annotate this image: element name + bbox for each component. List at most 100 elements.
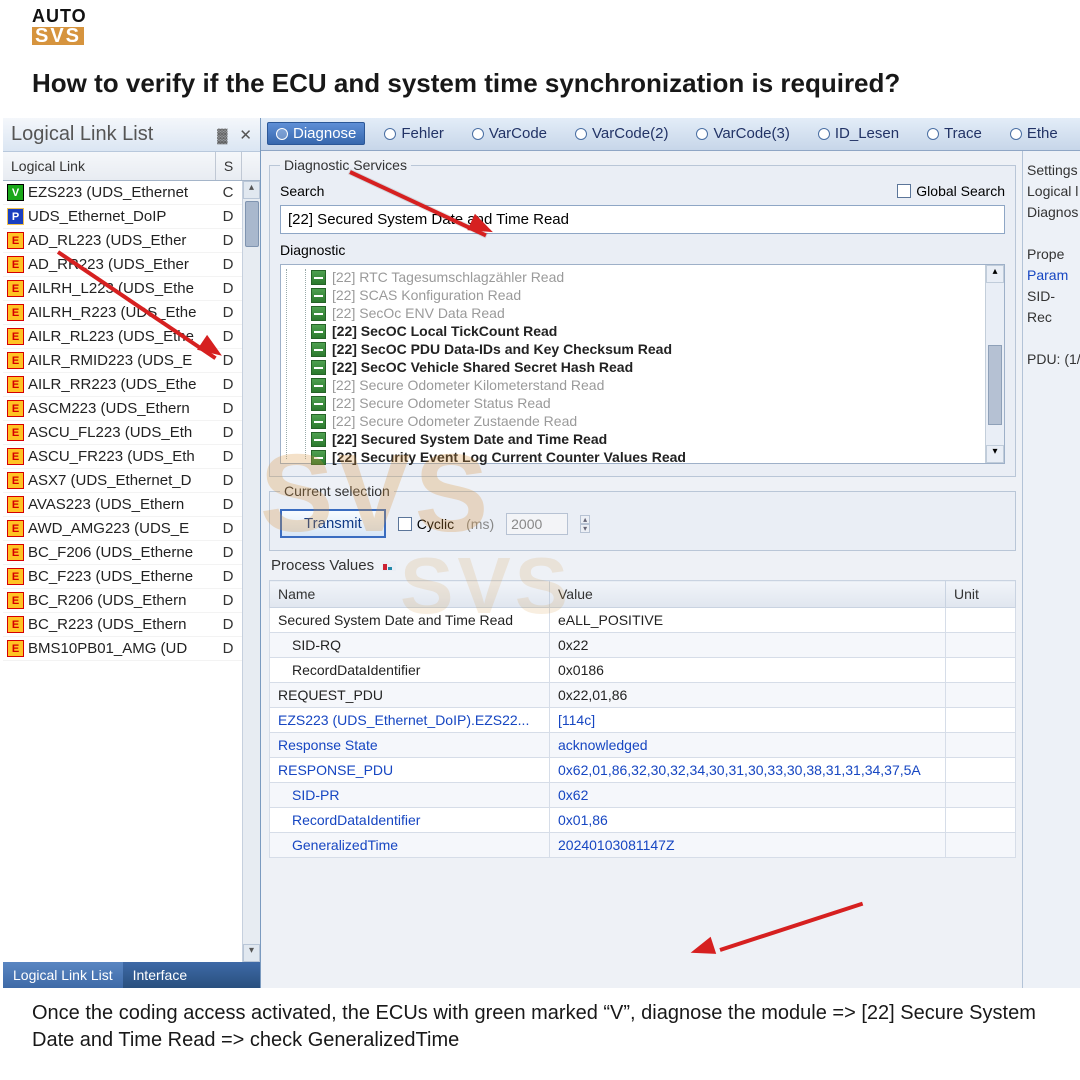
diagnostic-tree-item[interactable]: [22] SecOC PDU Data-IDs and Key Checksum…	[311, 340, 982, 358]
link-status: D	[218, 424, 238, 441]
logical-link-item[interactable]: EAVAS223 (UDS_EthernD	[3, 493, 260, 517]
search-input[interactable]: [22] Secured System Date and Time Read	[280, 205, 1005, 234]
interval-spin-buttons[interactable]: ▴▾	[580, 515, 590, 533]
col-value[interactable]: Value	[550, 581, 946, 608]
tree-scrollbar[interactable]: ▴ ▾	[985, 265, 1004, 463]
pin-icon[interactable]: ▓	[217, 127, 227, 143]
tree-scroll-down-icon[interactable]: ▾	[986, 445, 1004, 463]
logical-link-item[interactable]: EASCU_FL223 (UDS_EthD	[3, 421, 260, 445]
tree-rails	[286, 269, 306, 459]
tab-id_lesen[interactable]: ID_Lesen	[809, 122, 908, 145]
col-name[interactable]: Name	[270, 581, 550, 608]
logical-link-item[interactable]: EBC_R223 (UDS_EthernD	[3, 613, 260, 637]
service-label: [22] Secure Odometer Zustaende Read	[332, 413, 577, 429]
diagnostic-tree-item[interactable]: [22] Secure Odometer Kilometerstand Read	[311, 376, 982, 394]
logical-link-item[interactable]: EAILRH_R223 (UDS_EtheD	[3, 301, 260, 325]
right-panel-item: Logical l	[1027, 183, 1076, 199]
logical-link-item[interactable]: EBMS10PB01_AMG (UDDv	[3, 637, 260, 661]
transmit-button[interactable]: Transmit	[280, 509, 386, 538]
logical-link-item[interactable]: PUDS_Ethernet_DoIPD	[3, 205, 260, 229]
status-badge-icon: E	[7, 544, 24, 561]
process-value-row[interactable]: EZS223 (UDS_Ethernet_DoIP).EZS22...[114c…	[270, 708, 1016, 733]
process-value-row[interactable]: RecordDataIdentifier0x01,86	[270, 808, 1016, 833]
diagnostic-tree-item[interactable]: [22] Secure Odometer Status Read	[311, 394, 982, 412]
process-value-row[interactable]: GeneralizedTime20240103081147Z	[270, 833, 1016, 858]
service-icon	[311, 270, 326, 285]
tab-varcode(3)[interactable]: VarCode(3)	[687, 122, 798, 145]
service-icon	[311, 378, 326, 393]
col-status[interactable]: S	[216, 152, 242, 180]
tree-scroll-up-icon[interactable]: ▴	[986, 265, 1004, 283]
tab-varcode(2)[interactable]: VarCode(2)	[566, 122, 677, 145]
main-area: Diagnose Fehler VarCode VarCode(2) VarCode(3…	[261, 118, 1080, 988]
sidebar-scrollbar[interactable]: ▴ ▾	[242, 181, 260, 962]
diagnostic-tree-item[interactable]: [22] Secure Odometer Zustaende Read	[311, 412, 982, 430]
logical-link-item[interactable]: EAILR_RMID223 (UDS_ED	[3, 349, 260, 373]
diagnostic-tree-item[interactable]: [22] Secured System Date and Time Read	[311, 430, 982, 448]
global-search-checkbox[interactable]: Global Search	[897, 183, 1005, 199]
logical-link-item[interactable]: EBC_F223 (UDS_EtherneD	[3, 565, 260, 589]
tab-label: VarCode(2)	[592, 125, 668, 142]
link-name: AVAS223 (UDS_Ethern	[28, 496, 218, 513]
tab-logical-link-list[interactable]: Logical Link List	[3, 962, 123, 988]
process-value-row[interactable]: REQUEST_PDU0x22,01,86	[270, 683, 1016, 708]
interval-input[interactable]: 2000	[506, 513, 568, 535]
diagnostic-tree-item[interactable]: [22] SecOc ENV Data Read	[311, 304, 982, 322]
tree-scroll-thumb[interactable]	[988, 345, 1002, 425]
logical-link-item[interactable]: EAD_RL223 (UDS_EtherD	[3, 229, 260, 253]
status-badge-icon: P	[7, 208, 24, 225]
logical-link-item[interactable]: VEZS223 (UDS_EthernetC^	[3, 181, 260, 205]
logical-link-item[interactable]: EBC_R206 (UDS_EthernD	[3, 589, 260, 613]
process-value-row[interactable]: RESPONSE_PDU0x62,01,86,32,30,32,34,30,31…	[270, 758, 1016, 783]
logical-link-item[interactable]: EAILR_RL223 (UDS_EtheD	[3, 325, 260, 349]
diagnostic-tree-item[interactable]: [22] RTC Tagesumschlagzähler Read	[311, 268, 982, 286]
right-panel-item: Prope	[1027, 246, 1076, 262]
logical-link-item[interactable]: EAILRH_L223 (UDS_EtheD	[3, 277, 260, 301]
tab-label: Ethe	[1027, 125, 1058, 142]
logical-link-item[interactable]: EAD_RR223 (UDS_EtherD	[3, 253, 260, 277]
scroll-up-icon[interactable]: ▴	[243, 181, 260, 199]
logical-link-list[interactable]: ▴ ▾ VEZS223 (UDS_EthernetC^PUDS_Ethernet…	[3, 181, 260, 962]
close-icon[interactable]: ✕	[239, 126, 252, 144]
service-icon	[311, 450, 326, 465]
logical-link-item[interactable]: EBC_F206 (UDS_EtherneD	[3, 541, 260, 565]
logical-link-item[interactable]: EAILR_RR223 (UDS_EtheD	[3, 373, 260, 397]
tab-interface[interactable]: Interface	[123, 962, 197, 988]
status-badge-icon: E	[7, 304, 24, 321]
process-value-row[interactable]: SID-RQ0x22	[270, 633, 1016, 658]
pv-value: 0x62,01,86,32,30,32,34,30,31,30,33,30,38…	[550, 758, 946, 783]
process-value-row[interactable]: SID-PR0x62	[270, 783, 1016, 808]
logical-link-item[interactable]: EASX7 (UDS_Ethernet_DD	[3, 469, 260, 493]
link-name: BC_F223 (UDS_Etherne	[28, 568, 218, 585]
diagnostic-tree-item[interactable]: [22] Security Event Log Current Counter …	[311, 448, 982, 466]
tab-varcode[interactable]: VarCode	[463, 122, 556, 145]
cyclic-checkbox[interactable]: Cyclic	[398, 516, 454, 532]
chart-icon[interactable]	[382, 561, 396, 571]
diagnostic-tree-box[interactable]: [22] RTC Tagesumschlagzähler Read[22] SC…	[280, 264, 1005, 464]
link-name: AILR_RL223 (UDS_Ethe	[28, 328, 218, 345]
tab-fehler[interactable]: Fehler	[375, 122, 453, 145]
process-value-row[interactable]: RecordDataIdentifier0x0186	[270, 658, 1016, 683]
link-name: BC_R223 (UDS_Ethern	[28, 616, 218, 633]
tab-label: Fehler	[401, 125, 444, 142]
col-unit[interactable]: Unit	[946, 581, 1016, 608]
status-badge-icon: E	[7, 328, 24, 345]
tab-diagnose[interactable]: Diagnose	[267, 122, 365, 145]
scroll-down-icon[interactable]: ▾	[243, 944, 260, 962]
col-logical-link[interactable]: Logical Link	[3, 152, 216, 180]
logical-link-item[interactable]: EASCM223 (UDS_EthernD	[3, 397, 260, 421]
logical-link-item[interactable]: EAWD_AMG223 (UDS_ED	[3, 517, 260, 541]
pv-name: Response State	[270, 733, 550, 758]
diagnostic-tree-item[interactable]: [22] SCAS Konfiguration Read	[311, 286, 982, 304]
tab-trace[interactable]: Trace	[918, 122, 991, 145]
checkbox-icon	[897, 184, 911, 198]
tab-ethe[interactable]: Ethe	[1001, 122, 1067, 145]
process-value-row[interactable]: Secured System Date and Time ReadeALL_PO…	[270, 608, 1016, 633]
logical-link-item[interactable]: EASCU_FR223 (UDS_EthD	[3, 445, 260, 469]
scroll-thumb[interactable]	[245, 201, 259, 247]
status-badge-icon: E	[7, 448, 24, 465]
process-value-row[interactable]: Response Stateacknowledged	[270, 733, 1016, 758]
diagnostic-tree-item[interactable]: [22] SecOC Vehicle Shared Secret Hash Re…	[311, 358, 982, 376]
diagnostic-tree-item[interactable]: [22] SecOC Local TickCount Read	[311, 322, 982, 340]
service-label: [22] Security Event Log Current Counter …	[332, 449, 686, 465]
